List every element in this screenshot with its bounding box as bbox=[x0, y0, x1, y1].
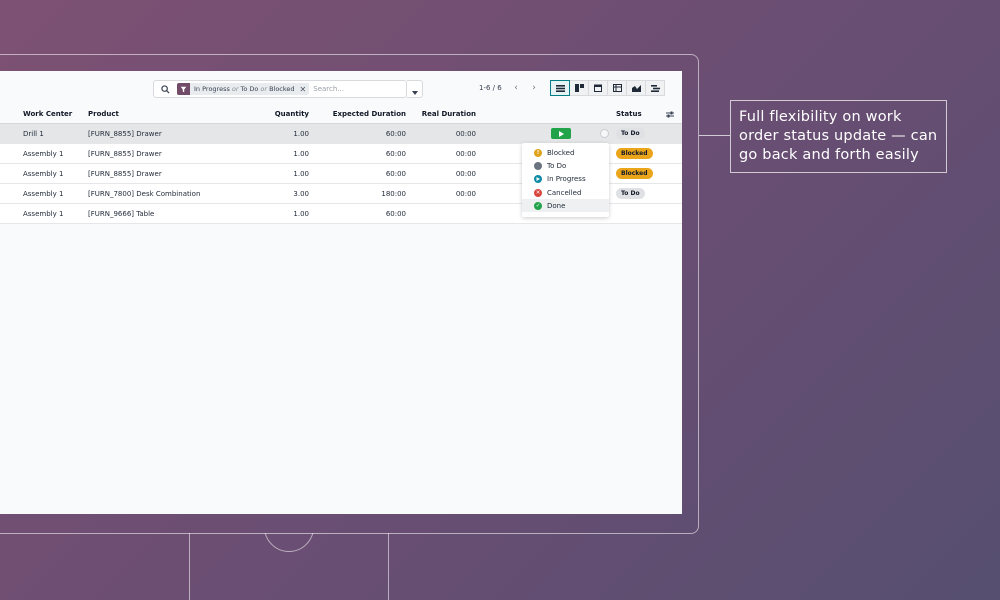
cell-work-center: Assembly 1 bbox=[23, 149, 64, 158]
column-header-expected-duration[interactable]: Expected Duration bbox=[330, 105, 406, 123]
gantt-view-icon bbox=[650, 84, 660, 92]
table-row[interactable]: Drill 1 [FURN_8855] Drawer 1.00 60:00 00… bbox=[0, 124, 682, 144]
pager-value[interactable]: 1-6 / 6 bbox=[479, 84, 502, 92]
cell-quantity: 1.00 bbox=[293, 149, 309, 158]
status-badge: To Do bbox=[616, 128, 645, 139]
x-circle-icon: ✕ bbox=[534, 188, 542, 197]
kanban-view-icon bbox=[574, 84, 584, 92]
column-header-status[interactable]: Status bbox=[616, 105, 642, 123]
cell-work-center: Assembly 1 bbox=[23, 189, 64, 198]
list-view-button[interactable] bbox=[550, 80, 570, 96]
start-button[interactable] bbox=[551, 128, 571, 139]
device-stand-left bbox=[189, 533, 190, 600]
list-view-icon bbox=[555, 84, 565, 92]
pager-next-icon[interactable]: › bbox=[527, 81, 541, 95]
play-circle-icon bbox=[534, 175, 542, 184]
status-option-blocked[interactable]: ! Blocked bbox=[522, 146, 609, 159]
graph-view-button[interactable] bbox=[626, 80, 646, 96]
facet-value-to-do: To Do bbox=[240, 85, 259, 93]
status-badge: Blocked bbox=[616, 168, 653, 179]
pager-previous-icon[interactable]: ‹ bbox=[509, 81, 523, 95]
cell-product: [FURN_8855] Drawer bbox=[88, 149, 162, 158]
device-stand-right bbox=[388, 533, 389, 600]
cell-real-duration: 00:00 bbox=[455, 189, 476, 198]
cell-quantity: 3.00 bbox=[293, 189, 309, 198]
cell-product: [FURN_7800] Desk Combination bbox=[88, 189, 201, 198]
cell-real-duration: 00:00 bbox=[455, 149, 476, 158]
cell-work-center: Drill 1 bbox=[23, 129, 44, 138]
check-circle-icon: ✓ bbox=[534, 201, 542, 210]
status-option-label: Done bbox=[547, 201, 566, 210]
cell-expected-duration: 60:00 bbox=[385, 149, 406, 158]
control-panel: In Progress or To Do or Blocked ✕ 1-6 / … bbox=[0, 71, 682, 105]
calendar-view-button[interactable] bbox=[588, 80, 608, 96]
status-option-to-do[interactable]: To Do bbox=[522, 159, 609, 172]
status-option-label: In Progress bbox=[547, 175, 586, 184]
cell-work-center: Assembly 1 bbox=[23, 209, 64, 218]
status-cell: Blocked bbox=[616, 144, 653, 163]
status-badge: Blocked bbox=[616, 148, 653, 159]
column-header-work-center[interactable]: Work Center bbox=[23, 105, 72, 123]
kanban-view-button[interactable] bbox=[569, 80, 589, 96]
table-header: Work Center Product Quantity Expected Du… bbox=[0, 105, 682, 124]
status-option-label: Cancelled bbox=[547, 188, 582, 197]
search-input[interactable] bbox=[313, 85, 394, 93]
settings-sliders-icon bbox=[666, 111, 674, 117]
filter-icon bbox=[177, 83, 190, 95]
calendar-view-icon bbox=[594, 84, 602, 92]
status-option-in-progress[interactable]: In Progress bbox=[522, 173, 609, 186]
column-header-quantity[interactable]: Quantity bbox=[250, 105, 309, 123]
facet-value-blocked: Blocked bbox=[269, 85, 295, 93]
search-options-toggle[interactable] bbox=[407, 80, 423, 98]
circle-icon bbox=[534, 161, 542, 170]
play-icon bbox=[558, 130, 564, 137]
status-cell: To Do bbox=[616, 184, 645, 203]
optional-columns-toggle[interactable] bbox=[666, 105, 674, 123]
status-cell: To Do bbox=[616, 124, 645, 143]
cell-expected-duration: 60:00 bbox=[385, 129, 406, 138]
pivot-view-icon bbox=[612, 84, 622, 92]
cell-work-center: Assembly 1 bbox=[23, 169, 64, 178]
status-option-done[interactable]: ✓ Done bbox=[522, 199, 609, 213]
search-bar[interactable]: In Progress or To Do or Blocked ✕ bbox=[153, 80, 407, 98]
column-header-real-duration[interactable]: Real Duration bbox=[420, 105, 476, 123]
callout-text: Full flexibility on work order status up… bbox=[730, 100, 947, 173]
facet-or: or bbox=[260, 85, 268, 93]
cell-expected-duration: 180:00 bbox=[381, 189, 406, 198]
search-icon bbox=[159, 83, 171, 95]
cell-real-duration: 00:00 bbox=[455, 169, 476, 178]
cell-product: [FURN_9666] Table bbox=[88, 209, 155, 218]
facet-value-in-progress: In Progress bbox=[194, 85, 230, 93]
cell-product: [FURN_8855] Drawer bbox=[88, 129, 162, 138]
exclamation-icon: ! bbox=[534, 148, 542, 157]
view-switcher bbox=[550, 80, 665, 96]
pivot-view-button[interactable] bbox=[607, 80, 627, 96]
facet-remove-icon[interactable]: ✕ bbox=[300, 85, 307, 94]
status-cell: Blocked bbox=[616, 164, 653, 183]
column-header-product[interactable]: Product bbox=[88, 105, 119, 123]
filter-facet[interactable]: In Progress or To Do or Blocked ✕ bbox=[177, 83, 310, 95]
state-selector[interactable] bbox=[600, 129, 609, 138]
facet-or: or bbox=[231, 85, 239, 93]
cell-quantity: 1.00 bbox=[293, 169, 309, 178]
cell-quantity: 1.00 bbox=[293, 129, 309, 138]
status-option-cancelled[interactable]: ✕ Cancelled bbox=[522, 186, 609, 199]
status-badge: To Do bbox=[616, 188, 645, 199]
cell-real-duration bbox=[420, 204, 476, 223]
status-option-label: Blocked bbox=[547, 148, 575, 157]
graph-view-icon bbox=[631, 85, 641, 92]
gantt-view-button[interactable] bbox=[645, 80, 665, 96]
cell-expected-duration: 60:00 bbox=[385, 169, 406, 178]
status-dropdown-menu: ! Blocked To Do In Progress ✕ Cancelled … bbox=[522, 143, 609, 217]
caret-down-icon bbox=[411, 80, 418, 99]
cell-real-duration: 00:00 bbox=[455, 129, 476, 138]
cell-expected-duration: 60:00 bbox=[385, 209, 406, 218]
status-option-label: To Do bbox=[547, 161, 567, 170]
callout-connector bbox=[699, 135, 730, 136]
app-screen: In Progress or To Do or Blocked ✕ 1-6 / … bbox=[0, 71, 682, 514]
cell-quantity: 1.00 bbox=[293, 209, 309, 218]
cell-product: [FURN_8855] Drawer bbox=[88, 169, 162, 178]
